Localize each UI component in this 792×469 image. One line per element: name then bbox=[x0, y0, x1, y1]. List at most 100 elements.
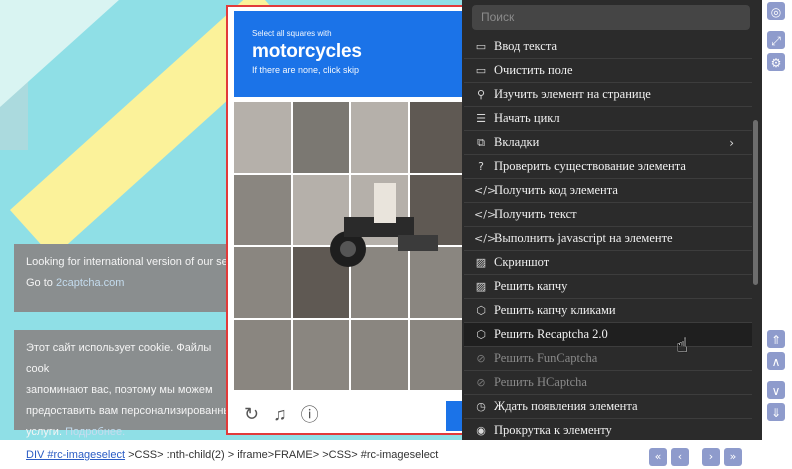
menu-item-label: Ждать появления элемента bbox=[494, 399, 638, 413]
menu-item-icon: ▨ bbox=[475, 256, 487, 269]
menu-item: ⊘ Решить FunCaptcha bbox=[464, 347, 752, 371]
menu-item-icon: ▭ bbox=[475, 64, 487, 77]
action-menu: Поиск ▭ Ввод текста ▭ Очистить поле ⚲ Изучить… bbox=[462, 0, 762, 440]
menu-item: ⊘ Решить HCaptcha bbox=[464, 371, 752, 395]
menu-item-icon: </> bbox=[474, 184, 497, 197]
menu-item[interactable]: ◷ Ждать появления элемента bbox=[464, 395, 752, 419]
menu-item-icon: ◷ bbox=[476, 400, 486, 413]
notice-text: Go to bbox=[26, 277, 56, 289]
international-link[interactable]: 2captcha.com bbox=[56, 277, 124, 289]
expand-icon[interactable]: ⤢ bbox=[767, 31, 785, 49]
menu-item-icon: ⬡ bbox=[476, 328, 486, 341]
captcha-tile[interactable] bbox=[292, 319, 349, 390]
menu-item[interactable]: ▭ Ввод текста bbox=[464, 35, 752, 59]
menu-item-label: Получить текст bbox=[494, 207, 577, 221]
captcha-header: Select all squares with motorcycles If t… bbox=[234, 11, 462, 97]
menu-item-label: Ввод текста bbox=[494, 39, 558, 53]
audio-icon[interactable]: ♫ bbox=[273, 404, 287, 425]
menu-item-icon: ◉ bbox=[476, 424, 486, 437]
menu-item-label: Решить FunCaptcha bbox=[494, 351, 598, 365]
menu-item-label: Решить капчу кликами bbox=[494, 303, 616, 317]
last-nav-button[interactable]: » bbox=[724, 448, 742, 466]
menu-item-label: Вкладки bbox=[494, 135, 540, 149]
menu-item[interactable]: ? Проверить существование элемента bbox=[464, 155, 752, 179]
menu-item-icon: ? bbox=[478, 160, 484, 173]
captcha-footer: ↻ ♫ ⓘ bbox=[234, 393, 462, 433]
menu-item[interactable]: </> Выполнить javascript на элементе bbox=[464, 227, 752, 251]
menu-item[interactable]: ☰ Начать цикл bbox=[464, 107, 752, 131]
wifi-icon[interactable]: ◎ bbox=[767, 2, 785, 20]
menu-item-icon: ⊘ bbox=[476, 352, 486, 365]
menu-item-icon: ⬡ bbox=[476, 304, 486, 317]
captcha-tile[interactable] bbox=[351, 319, 408, 390]
captcha-tile[interactable] bbox=[234, 247, 291, 318]
menu-scrollbar[interactable] bbox=[753, 120, 758, 285]
menu-item-icon: ▨ bbox=[475, 280, 487, 293]
menu-search-input[interactable]: Поиск bbox=[472, 5, 750, 30]
international-notice: Looking for international version of our… bbox=[14, 244, 244, 312]
notice-text: Этот сайт использует cookie. Файлы cook bbox=[26, 342, 212, 375]
scroll-up-icon[interactable]: ∧ bbox=[767, 352, 785, 370]
menu-item-label: Очистить поле bbox=[494, 63, 573, 77]
menu-item-label: Решить капчу bbox=[494, 279, 568, 293]
menu-item-label: Скриншот bbox=[494, 255, 550, 269]
element-path-text: >CSS> :nth-child(2) > iframe>FRAME> >CSS… bbox=[125, 449, 439, 461]
element-path-link[interactable]: DIV #rc-imageselect bbox=[26, 449, 125, 461]
recaptcha-challenge: Select all squares with motorcycles If t… bbox=[226, 5, 464, 435]
menu-item-icon: </> bbox=[474, 232, 497, 245]
reload-icon[interactable]: ↻ bbox=[244, 404, 259, 425]
captcha-tile[interactable] bbox=[409, 319, 462, 390]
menu-item-label: Изучить элемент на странице bbox=[494, 87, 651, 101]
menu-item-icon: </> bbox=[474, 208, 497, 221]
menu-item-label: Выполнить javascript на элементе bbox=[494, 231, 673, 245]
menu-item[interactable]: ⬡ Решить Recaptcha 2.0 bbox=[464, 323, 752, 347]
captcha-tile[interactable] bbox=[292, 102, 349, 173]
menu-item[interactable]: ⬡ Решить капчу кликами bbox=[464, 299, 752, 323]
menu-list: ▭ Ввод текста ▭ Очистить поле ⚲ Изучить элеме… bbox=[464, 35, 752, 440]
menu-item[interactable]: </> Получить код элемента bbox=[464, 179, 752, 203]
menu-item[interactable]: ⚲ Изучить элемент на странице bbox=[464, 83, 752, 107]
menu-item[interactable]: ▭ Очистить поле bbox=[464, 59, 752, 83]
menu-item-label: Получить код элемента bbox=[494, 183, 618, 197]
first-nav-button[interactable]: « bbox=[649, 448, 667, 466]
menu-item[interactable]: ⧉ Вкладки › bbox=[464, 131, 752, 155]
motorcycle-image bbox=[330, 183, 438, 267]
scroll-bottom-icon[interactable]: ⇓ bbox=[767, 403, 785, 421]
menu-item[interactable]: ▨ Скриншот bbox=[464, 251, 752, 275]
menu-item-label: Начать цикл bbox=[494, 111, 560, 125]
menu-item-label: Решить Recaptcha 2.0 bbox=[494, 327, 608, 341]
more-link[interactable]: Подробнее. bbox=[65, 426, 125, 438]
captcha-tile[interactable] bbox=[234, 319, 291, 390]
notice-text: Looking for international version of our… bbox=[26, 256, 228, 268]
menu-item-icon: ⊘ bbox=[476, 376, 486, 389]
menu-item-icon: ☰ bbox=[476, 112, 486, 125]
menu-item-label: Решить HCaptcha bbox=[494, 375, 587, 389]
captcha-hint: If there are none, click skip bbox=[252, 65, 360, 75]
captcha-tile[interactable] bbox=[409, 102, 462, 173]
chevron-right-icon: › bbox=[729, 135, 734, 150]
menu-item[interactable]: ◉ Прокрутка к элементу bbox=[464, 419, 752, 440]
scroll-down-icon[interactable]: ∨ bbox=[767, 381, 785, 399]
notice-text: предоставить вам персонализированны bbox=[26, 405, 232, 417]
menu-item[interactable]: </> Получить текст bbox=[464, 203, 752, 227]
info-icon[interactable]: ⓘ bbox=[301, 401, 319, 427]
hand-cursor-icon: ☝ bbox=[676, 333, 689, 357]
scroll-top-icon[interactable]: ⇑ bbox=[767, 330, 785, 348]
menu-item[interactable]: ▨ Решить капчу bbox=[464, 275, 752, 299]
next-nav-button[interactable]: › bbox=[702, 448, 720, 466]
captcha-tile[interactable] bbox=[234, 174, 291, 245]
prev-nav-button[interactable]: ‹ bbox=[671, 448, 689, 466]
menu-item-icon: ▭ bbox=[475, 40, 487, 53]
captcha-instruction: Select all squares with bbox=[252, 29, 332, 38]
captcha-target: motorcycles bbox=[252, 41, 362, 62]
captcha-tile[interactable] bbox=[234, 102, 291, 173]
notice-text: услуги. bbox=[26, 426, 66, 438]
cookie-notice: Этот сайт использует cookie. Файлы cook … bbox=[14, 330, 244, 438]
notice-text: запоминают вас, поэтому мы можем bbox=[26, 384, 213, 396]
menu-item-icon: ⚲ bbox=[476, 88, 486, 101]
captcha-tile[interactable] bbox=[351, 102, 408, 173]
menu-item-icon: ⧉ bbox=[477, 135, 485, 149]
settings-icon[interactable]: ⚙ bbox=[767, 53, 785, 71]
menu-item-label: Проверить существование элемента bbox=[494, 159, 686, 173]
menu-item-label: Прокрутка к элементу bbox=[494, 423, 612, 437]
